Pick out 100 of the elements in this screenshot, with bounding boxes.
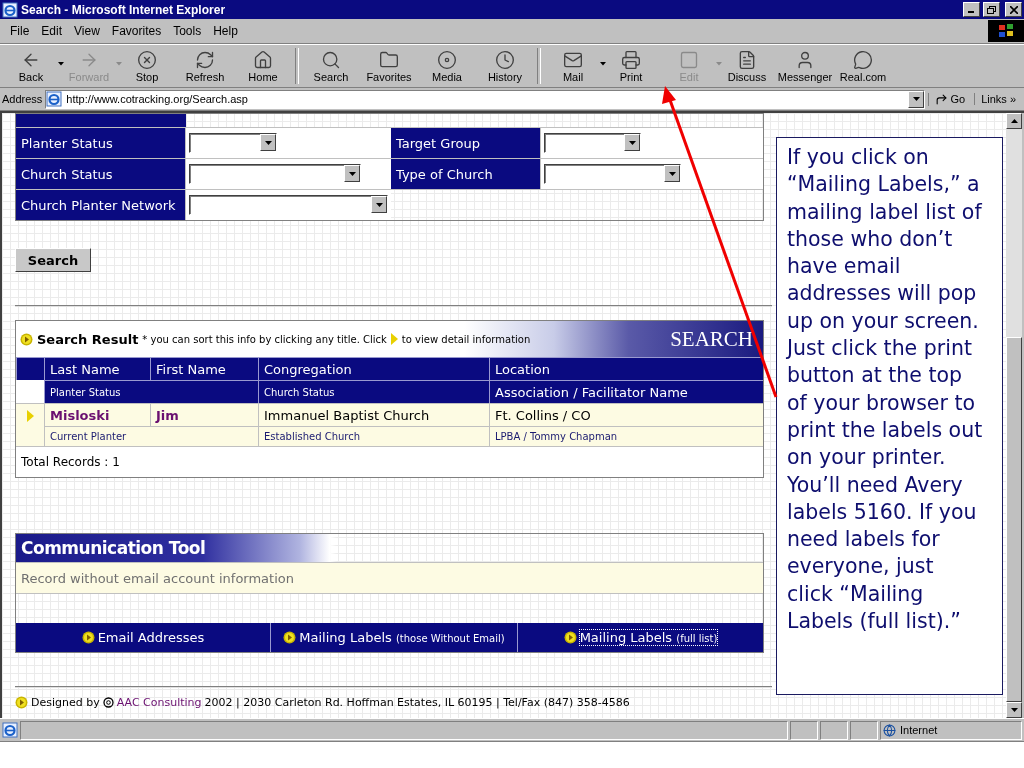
field-label: Church Planter Network <box>16 190 186 220</box>
select-field[interactable] <box>544 164 681 184</box>
triangle-icon <box>26 410 34 422</box>
field-label: Type of Church <box>391 159 541 189</box>
toolbar-button[interactable]: Mail <box>544 49 602 83</box>
column-header[interactable]: Association / Facilitator Name <box>489 380 763 403</box>
address-label: Address <box>2 93 43 105</box>
column-header[interactable]: Planter Status <box>44 380 258 403</box>
dropdown-caret-icon[interactable] <box>600 61 606 66</box>
detail-note: to view detail information <box>401 333 531 345</box>
caret-down-icon <box>912 97 920 101</box>
caret-down-icon <box>628 140 636 145</box>
zone-text: Internet <box>900 724 938 736</box>
table-cell: Immanuel Baptist Church <box>258 403 489 426</box>
menu-item[interactable]: View <box>68 24 106 38</box>
results-title: Search Result <box>37 331 139 347</box>
scroll-up-button[interactable] <box>1006 113 1022 129</box>
header-cell <box>16 357 44 380</box>
windows-logo-icon <box>988 20 1024 42</box>
toolbar-button[interactable]: Print <box>602 49 660 83</box>
table-cell: Established Church <box>258 426 489 446</box>
refresh-icon <box>195 49 215 70</box>
select-field[interactable] <box>189 133 277 153</box>
dropdown-button[interactable] <box>908 90 925 108</box>
toolbar-button[interactable]: Refresh <box>176 49 234 83</box>
select-field[interactable] <box>544 133 641 153</box>
menu-item[interactable]: File <box>4 24 36 38</box>
column-header[interactable]: Congregation <box>258 357 489 380</box>
column-header[interactable]: Last Name <box>44 357 150 380</box>
message-text: Record without email account information <box>16 562 763 594</box>
printer-icon <box>621 49 641 70</box>
toolbar-button[interactable]: Real.com <box>834 49 892 83</box>
close-icon <box>1009 5 1018 14</box>
toolbar-button[interactable]: Favorites <box>360 49 418 83</box>
folder-icon <box>379 49 399 70</box>
link[interactable]: Mailing Labels (those Without Email) <box>299 630 505 645</box>
bullet-icon <box>15 696 28 709</box>
menu-item[interactable]: Tools <box>167 24 208 38</box>
clock-icon <box>495 49 515 70</box>
search-button[interactable]: Search <box>15 248 91 272</box>
toolbar-button[interactable]: Messenger <box>776 49 834 83</box>
page-icon <box>2 722 18 738</box>
speech-bubble-icon <box>853 49 873 70</box>
status-pane <box>790 720 818 740</box>
toolbar-button[interactable]: Back <box>2 49 60 83</box>
address-field[interactable]: http://www.cotracking.org/Search.asp <box>45 89 926 109</box>
select-field[interactable] <box>189 164 361 184</box>
caret-down-icon <box>668 171 676 176</box>
footer-link[interactable]: AAC Consulting <box>116 696 202 709</box>
bullet-icon <box>81 631 95 644</box>
field-label: Church Status <box>16 159 186 189</box>
bullet-icon <box>283 631 297 644</box>
links-button[interactable]: Links » <box>974 93 1022 105</box>
table-cell[interactable]: Jim <box>150 403 258 426</box>
toolbar-button[interactable]: Media <box>418 49 476 83</box>
link[interactable]: Mailing Labels (full list) <box>579 630 718 645</box>
toolbar-button[interactable]: Search <box>302 49 360 83</box>
toolbar-button[interactable]: Stop <box>118 49 176 83</box>
column-header[interactable]: First Name <box>150 357 258 380</box>
table-cell: LPBA / Tommy Chapman <box>489 426 763 446</box>
field-label: Planter Status <box>16 128 186 158</box>
close-button[interactable] <box>1005 2 1022 17</box>
table-cell[interactable]: Misloski <box>44 403 150 426</box>
scroll-down-button[interactable] <box>1006 702 1022 718</box>
status-pane <box>820 720 848 740</box>
toolbar-button[interactable]: Home <box>234 49 292 83</box>
caret-up-icon <box>1010 119 1018 123</box>
menu-item[interactable]: Favorites <box>105 24 168 38</box>
toolbar-button[interactable]: Discuss <box>718 49 776 83</box>
link[interactable]: Email Addresses <box>97 630 205 645</box>
menu-item[interactable]: Help <box>207 24 244 38</box>
scrollbar[interactable] <box>1006 113 1024 718</box>
select-field[interactable] <box>189 195 388 215</box>
callout-text: If you click on “Mailing Labels,” a mailing label list of those who don’t have email addresses will pop up on your screen. Just click the print button at the top of your browser to print the labels out on your printer. You’ll need Avery labels 5160. If you need labels for everyone, just click “Mailing Labels (full list).” <box>776 137 1003 695</box>
url-text: http://www.cotracking.org/Search.asp <box>66 93 248 105</box>
table-cell: Current Planter <box>44 426 258 446</box>
menu-item[interactable]: Edit <box>35 24 69 38</box>
footer-text: Designed by <box>31 696 100 709</box>
window-title: Search - Microsoft Internet Explorer <box>21 2 227 17</box>
total-records: Total Records : 1 <box>16 446 763 477</box>
restore-icon <box>987 5 996 14</box>
go-button[interactable]: Go <box>928 92 972 106</box>
house-icon <box>253 49 273 70</box>
toolbar-button[interactable]: History <box>476 49 534 83</box>
document-icon <box>737 49 757 70</box>
minimize-button[interactable] <box>963 2 980 17</box>
scroll-thumb[interactable] <box>1006 337 1022 702</box>
disc-icon <box>437 49 457 70</box>
caret-down-icon <box>1010 708 1018 712</box>
column-header[interactable]: Church Status <box>258 380 489 403</box>
table-cell: Ft. Collins / CO <box>489 403 763 426</box>
globe-icon <box>883 723 896 737</box>
caret-down-icon <box>348 171 356 176</box>
square-icon <box>679 49 699 70</box>
dropdown-caret-icon[interactable] <box>58 61 64 66</box>
restore-button[interactable] <box>983 2 1000 17</box>
column-header[interactable]: Location <box>489 357 763 380</box>
stop-icon <box>137 49 157 70</box>
caret-down-icon <box>264 140 272 145</box>
status-pane <box>850 720 878 740</box>
